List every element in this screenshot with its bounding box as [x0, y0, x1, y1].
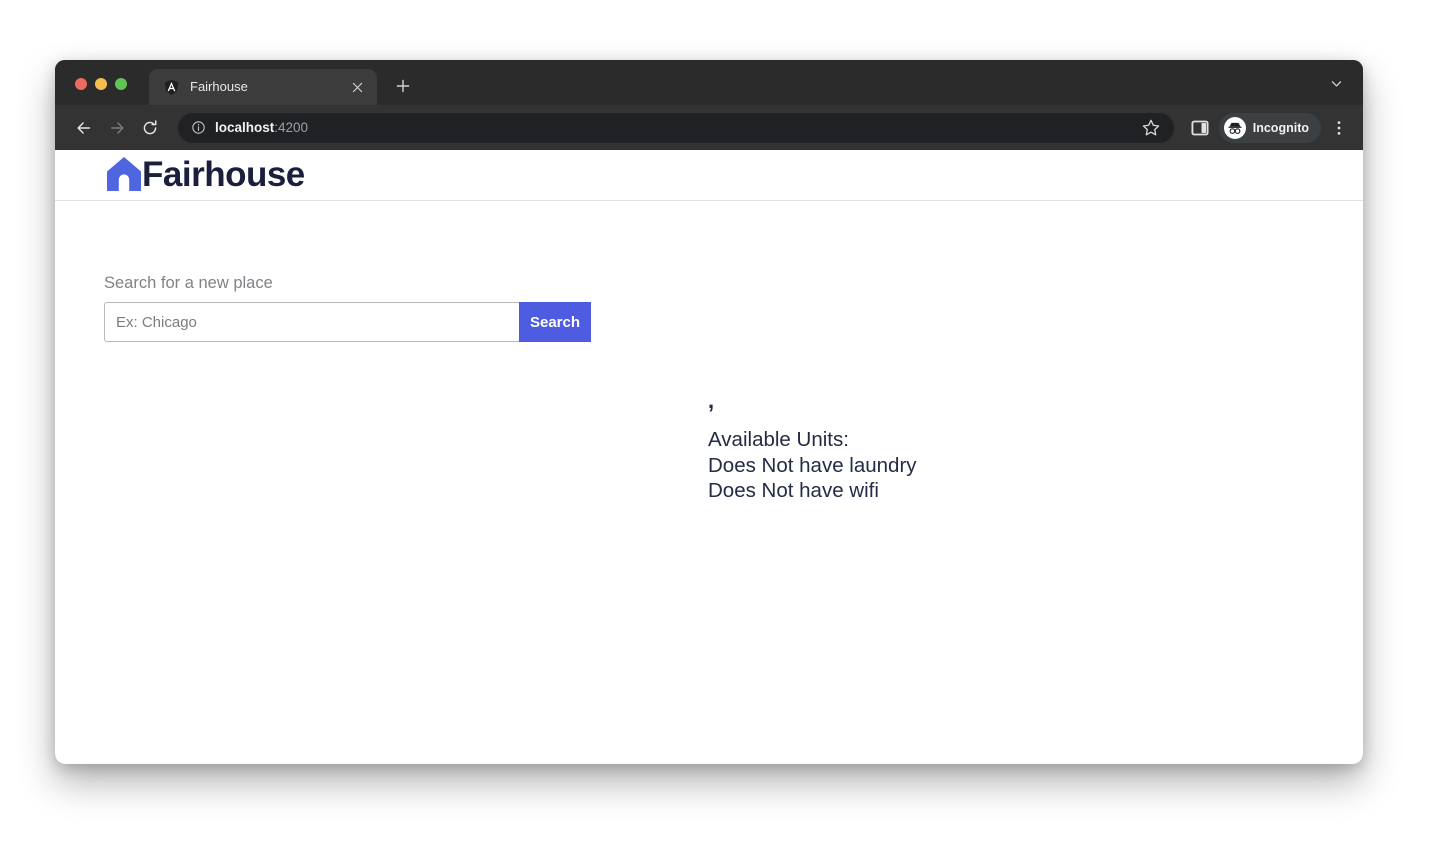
back-arrow-icon[interactable]	[69, 113, 99, 143]
address-bar[interactable]: localhost:4200	[178, 112, 1174, 143]
incognito-label: Incognito	[1252, 120, 1309, 135]
results-separator: ,	[708, 388, 715, 413]
brand-logo[interactable]: Fairhouse	[104, 153, 305, 197]
url-host: localhost	[215, 120, 275, 135]
search-panel: Search for a new place Search	[104, 274, 591, 342]
browser-tab[interactable]: Fairhouse	[149, 69, 377, 105]
toolbar-right-group: Incognito	[1177, 112, 1351, 143]
results-list: Available Units: Does Not have laundry D…	[708, 427, 917, 504]
forward-arrow-icon[interactable]	[102, 113, 132, 143]
side-panel-icon[interactable]	[1187, 115, 1213, 141]
new-tab-button[interactable]	[389, 72, 417, 100]
search-button[interactable]: Search	[519, 302, 591, 342]
page-title: Fairhouse	[142, 155, 305, 194]
search-row: Search	[104, 302, 591, 342]
list-item: Available Units:	[708, 428, 849, 451]
angular-icon	[163, 79, 180, 96]
maximize-window-button[interactable]	[115, 78, 127, 90]
incognito-profile-chip[interactable]: Incognito	[1218, 112, 1321, 143]
app-header: Fairhouse	[55, 150, 1363, 201]
tab-strip: Fairhouse	[55, 60, 1363, 105]
chevron-down-icon[interactable]	[1323, 70, 1349, 96]
search-input[interactable]	[104, 302, 519, 342]
browser-window: Fairhouse localhost:4200 Incognito Fairh…	[55, 60, 1363, 764]
star-icon[interactable]	[1140, 117, 1162, 139]
house-icon	[104, 153, 144, 195]
kebab-menu-icon[interactable]	[1327, 115, 1351, 141]
incognito-spy-icon	[1223, 116, 1246, 139]
address-bar-url: localhost:4200	[215, 120, 308, 135]
browser-toolbar: localhost:4200 Incognito	[55, 105, 1363, 150]
close-tab-button[interactable]	[347, 77, 367, 97]
tab-title: Fairhouse	[190, 79, 248, 94]
list-item: Does Not have laundry	[708, 453, 917, 477]
minimize-window-button[interactable]	[95, 78, 107, 90]
search-results: , Available Units: Does Not have laundry…	[708, 388, 917, 504]
info-circle-icon[interactable]	[191, 120, 206, 135]
window-traffic-lights	[55, 78, 127, 105]
url-port: :4200	[274, 120, 309, 135]
close-window-button[interactable]	[75, 78, 87, 90]
page-viewport: Fairhouse Search for a new place Search …	[55, 150, 1363, 764]
list-item: Does Not have wifi	[708, 479, 879, 502]
reload-icon[interactable]	[135, 113, 165, 143]
search-label: Search for a new place	[104, 274, 273, 292]
